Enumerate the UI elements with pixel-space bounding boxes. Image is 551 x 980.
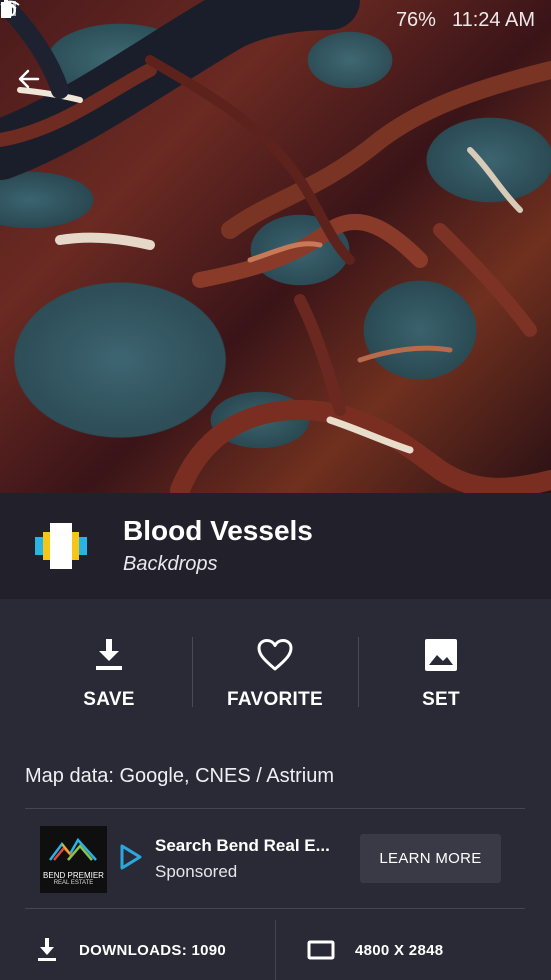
back-button[interactable] bbox=[18, 68, 54, 104]
downloads-count: DOWNLOADS: 1090 bbox=[79, 941, 227, 959]
favorite-button[interactable]: FAVORITE bbox=[192, 625, 358, 721]
mountains-icon bbox=[49, 837, 97, 861]
save-label: SAVE bbox=[83, 689, 135, 710]
wallpaper-title: Blood Vessels bbox=[123, 515, 313, 546]
ad-sponsored-label: Sponsored bbox=[155, 862, 238, 881]
action-bar: SAVE FAVORITE SET bbox=[26, 625, 524, 721]
heart-outline-icon bbox=[257, 635, 293, 675]
backdrops-logo-icon bbox=[33, 518, 89, 574]
status-bar: 76% 11:24 AM bbox=[0, 0, 551, 40]
sponsored-ad[interactable]: BEND PREMIER REAL ESTATE Search Bend Rea… bbox=[25, 820, 525, 898]
divider bbox=[25, 808, 525, 809]
collection-name[interactable]: Backdrops bbox=[123, 550, 313, 578]
learn-more-button[interactable]: LEARN MORE bbox=[360, 834, 501, 883]
map-attribution: Map data: Google, CNES / Astrium bbox=[25, 765, 335, 787]
favorite-label: FAVORITE bbox=[227, 689, 323, 710]
battery-percent: 76% bbox=[395, 8, 436, 31]
download-icon bbox=[35, 938, 59, 962]
set-wallpaper-button[interactable]: SET bbox=[358, 625, 524, 721]
ad-choices-icon[interactable] bbox=[119, 844, 143, 875]
ad-logo[interactable]: BEND PREMIER REAL ESTATE bbox=[40, 825, 107, 893]
screen-resolution-icon bbox=[307, 938, 335, 962]
ad-logo-subtext: REAL ESTATE bbox=[53, 879, 94, 886]
arrow-back-icon bbox=[18, 69, 40, 89]
clock: 11:24 AM bbox=[451, 8, 535, 31]
download-icon bbox=[95, 635, 123, 675]
set-label: SET bbox=[422, 689, 460, 710]
ad-headline[interactable]: Search Bend Real E... bbox=[155, 836, 340, 856]
downloads-stat: DOWNLOADS: 1090 bbox=[25, 920, 275, 980]
resolution-value: 4800 X 2848 bbox=[355, 941, 444, 959]
save-button[interactable]: SAVE bbox=[26, 625, 192, 721]
image-icon bbox=[424, 635, 458, 675]
ad-logo-text: BEND PREMIER bbox=[43, 870, 104, 880]
wallpaper-preview-image: 76% 11:24 AM bbox=[0, 0, 551, 493]
divider bbox=[25, 908, 525, 909]
wallpaper-header: Blood Vessels Backdrops bbox=[0, 493, 551, 599]
satellite-texture bbox=[0, 0, 551, 493]
wallpaper-stats: DOWNLOADS: 1090 4800 X 2848 bbox=[25, 920, 525, 980]
resolution-stat: 4800 X 2848 bbox=[275, 920, 525, 980]
